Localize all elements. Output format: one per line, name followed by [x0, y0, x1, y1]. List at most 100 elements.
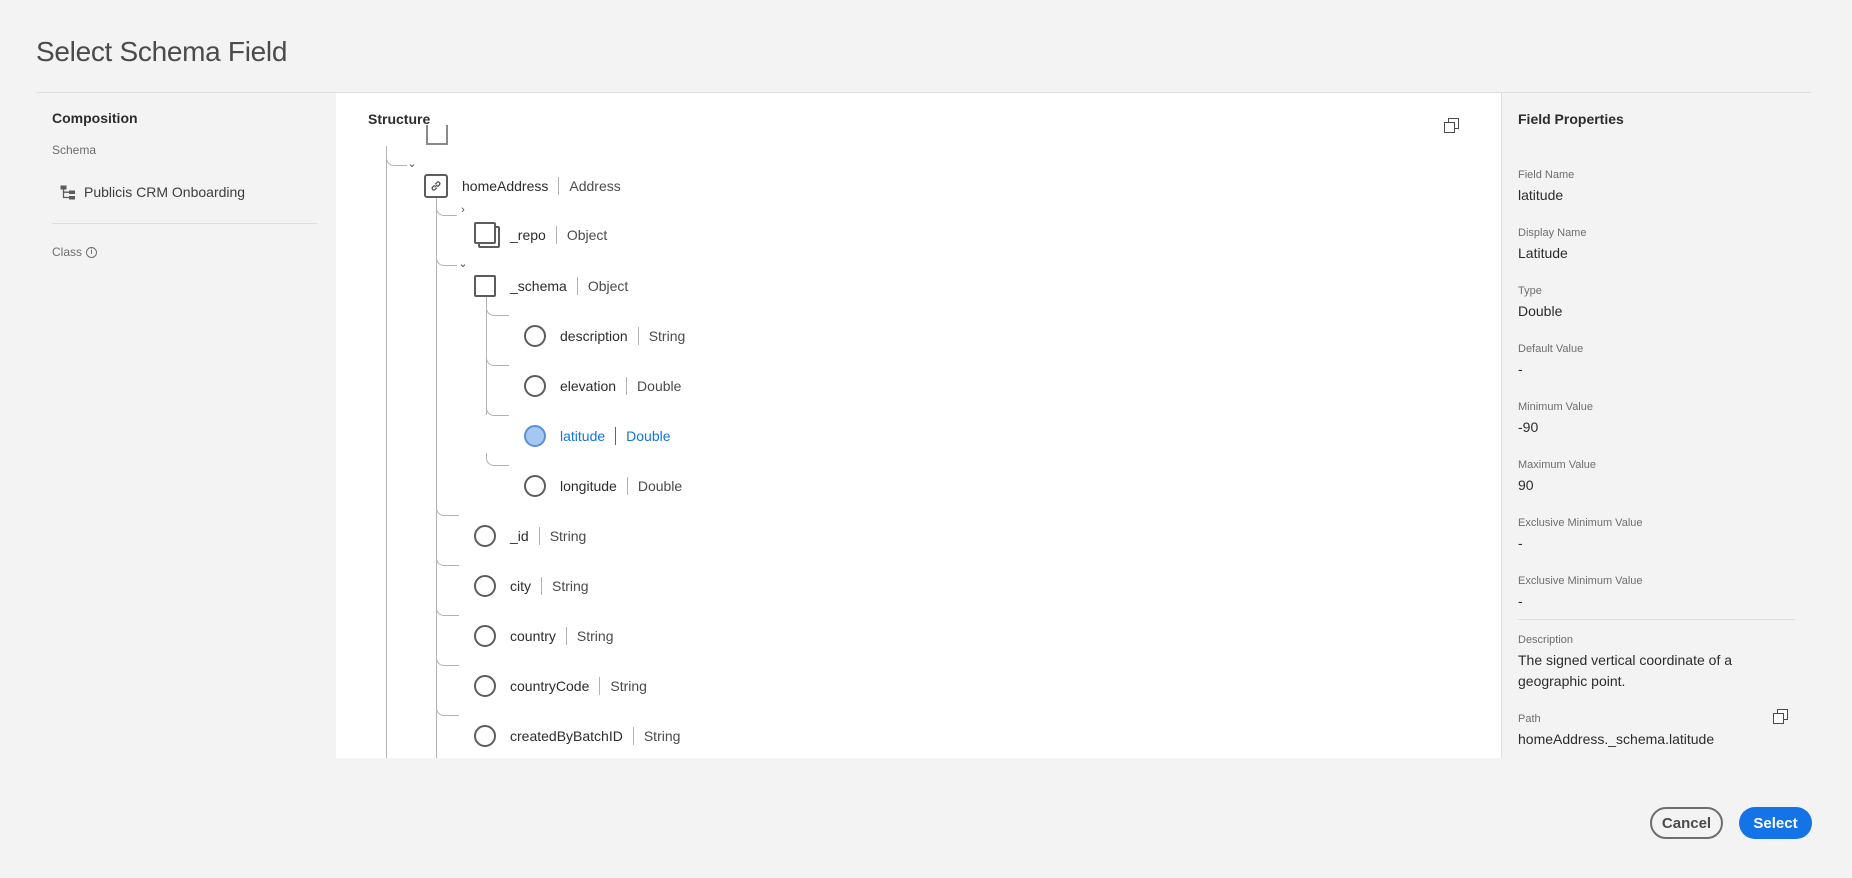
prop-label: Path — [1518, 713, 1541, 725]
dialog-title: Select Schema Field — [36, 36, 288, 67]
field-separator — [565, 627, 567, 645]
field-icon — [474, 575, 496, 597]
field-name: longitude — [560, 478, 617, 494]
select-button[interactable]: Select — [1739, 807, 1812, 839]
prop-value: latitude — [1518, 187, 1564, 203]
chevron-right-icon[interactable]: › — [457, 204, 469, 216]
field-type: Double — [626, 428, 671, 444]
tree-node-latitude[interactable]: latitude Double — [524, 421, 671, 451]
class-label: Class — [52, 245, 83, 259]
chevron-down-icon[interactable]: ⌄ — [457, 257, 469, 270]
field-type: String — [549, 528, 587, 544]
prop-path: Path homeAddress._schema.latitude — [1518, 713, 1795, 750]
schema-tree-icon — [60, 185, 75, 199]
prop-exclusive-minimum-value-2: Exclusive Minimum Value - — [1518, 575, 1795, 612]
field-icon — [474, 725, 496, 747]
field-properties-heading: Field Properties — [1518, 111, 1624, 127]
pane-divider — [1501, 93, 1502, 758]
properties-divider — [1518, 619, 1795, 620]
tree-connector — [486, 403, 509, 416]
tree-connector — [436, 703, 459, 716]
field-separator — [576, 277, 578, 295]
field-type: Address — [569, 178, 621, 194]
field-separator — [626, 377, 628, 395]
info-icon[interactable]: i — [86, 246, 98, 258]
field-type: Double — [637, 378, 682, 394]
field-name: latitude — [560, 428, 606, 444]
tree-connector — [436, 503, 459, 516]
composition-divider — [52, 223, 317, 224]
schema-item[interactable]: Publicis CRM Onboarding — [60, 184, 245, 200]
tree-connector — [486, 353, 509, 366]
class-label-row: Class i — [52, 245, 98, 259]
field-type: Double — [637, 478, 683, 494]
prop-value: 90 — [1518, 477, 1534, 493]
prop-value: - — [1518, 593, 1523, 609]
tree-node-countrycode[interactable]: countryCode String — [474, 671, 647, 701]
tree-connector — [436, 203, 457, 216]
chevron-down-icon[interactable]: ⌄ — [406, 157, 418, 170]
prop-label: Description — [1518, 634, 1574, 646]
prop-value: The signed vertical coordinate of a geog… — [1518, 652, 1733, 689]
field-name: homeAddress — [462, 178, 549, 194]
tree-node-repo[interactable]: _repo Object — [474, 220, 607, 250]
prop-description: Description The signed vertical coordina… — [1518, 634, 1795, 692]
tree-connector — [486, 303, 509, 316]
tree-connector — [436, 253, 457, 266]
prop-exclusive-minimum-value: Exclusive Minimum Value - — [1518, 517, 1795, 554]
field-type: String — [610, 678, 647, 694]
field-type: String — [576, 628, 614, 644]
prop-label: Display Name — [1518, 227, 1587, 239]
prop-minimum-value: Minimum Value -90 — [1518, 401, 1795, 438]
tree-node-longitude[interactable]: longitude Double — [524, 471, 682, 501]
prop-type: Type Double — [1518, 285, 1795, 322]
tree-node-schema[interactable]: _schema Object — [474, 271, 628, 301]
field-type: Object — [566, 227, 608, 243]
prop-value: - — [1518, 535, 1523, 551]
field-icon — [524, 475, 546, 497]
tree-node-homeaddress[interactable]: homeAddress Address — [424, 171, 621, 201]
field-icon — [524, 425, 546, 447]
tree-node-createdbybatchid[interactable]: createdByBatchID String — [474, 721, 680, 751]
field-icon — [474, 675, 496, 697]
tree-node-id[interactable]: _id String — [474, 521, 586, 551]
prop-value: Double — [1518, 303, 1563, 319]
copy-icon[interactable] — [1444, 118, 1459, 133]
field-type: Object — [587, 278, 629, 294]
prop-label: Field Name — [1518, 169, 1575, 181]
object-array-icon — [474, 222, 500, 248]
prop-label: Default Value — [1518, 343, 1584, 355]
field-separator — [626, 477, 628, 495]
prop-label: Type — [1518, 285, 1542, 297]
tree-line — [436, 185, 437, 758]
field-name: country — [510, 628, 556, 644]
prop-label: Exclusive Minimum Value — [1518, 575, 1643, 587]
prop-field-name: Field Name latitude — [1518, 169, 1795, 206]
tree-node-city[interactable]: city String — [474, 571, 589, 601]
tree-node-elevation[interactable]: elevation Double — [524, 371, 681, 401]
tree-connector — [486, 453, 509, 466]
field-name: countryCode — [510, 678, 590, 694]
tree-connector — [436, 603, 459, 616]
structure-panel: Structure ⌄ › ⌄ homeAddress Address _rep… — [336, 93, 1501, 758]
partial-node-edge — [426, 125, 448, 145]
tree-node-country[interactable]: country String — [474, 621, 614, 651]
tree-connector — [436, 553, 459, 566]
field-icon — [524, 325, 546, 347]
tree-node-description[interactable]: description String — [524, 321, 685, 351]
field-separator — [637, 327, 639, 345]
field-separator — [558, 177, 560, 195]
field-separator — [632, 727, 634, 745]
field-separator — [555, 226, 557, 244]
object-icon — [474, 275, 496, 297]
field-name: createdByBatchID — [510, 728, 623, 744]
composition-heading: Composition — [52, 110, 138, 126]
field-name: elevation — [560, 378, 617, 394]
field-properties-panel: Field Properties Field Name latitude Dis… — [1518, 93, 1795, 758]
field-type: String — [552, 578, 589, 594]
copy-path-icon[interactable] — [1773, 709, 1788, 724]
field-icon — [474, 625, 496, 647]
cancel-button[interactable]: Cancel — [1650, 807, 1723, 839]
prop-label: Minimum Value — [1518, 401, 1593, 413]
structure-heading: Structure — [368, 111, 431, 127]
